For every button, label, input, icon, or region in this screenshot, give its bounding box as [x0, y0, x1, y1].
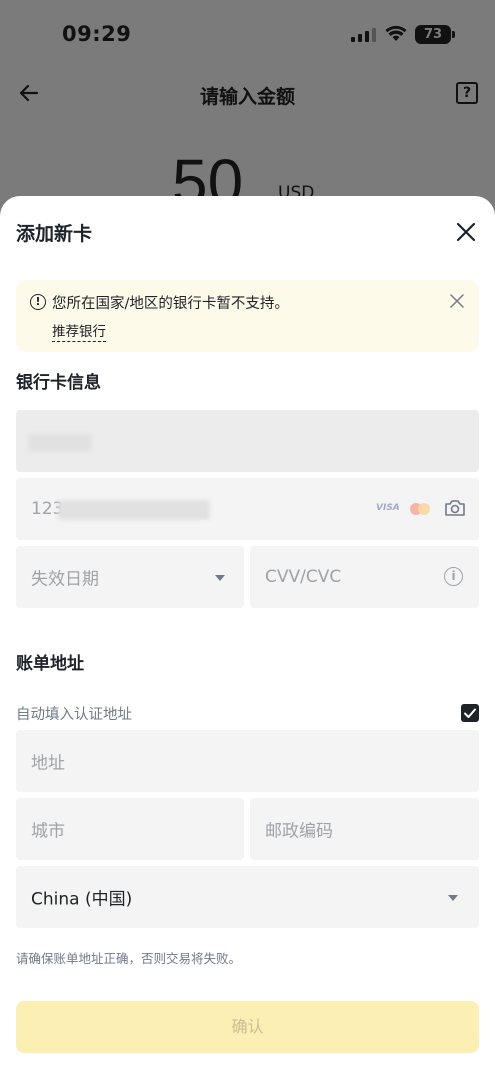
checkmark-icon — [464, 708, 476, 718]
cvv-placeholder: CVV/CVC — [265, 567, 342, 587]
chevron-down-icon — [215, 575, 225, 581]
mastercard-logo-icon — [410, 503, 430, 515]
signal-icon — [351, 28, 376, 42]
alert-circle-icon: ! — [30, 294, 46, 310]
status-bar: 09:29 73 — [0, 0, 495, 70]
autofill-label: 自动填入认证地址 — [16, 707, 132, 723]
autofill-checkbox[interactable] — [461, 704, 479, 722]
postal-placeholder: 邮政编码 — [265, 821, 333, 842]
card-number-field[interactable]: 123 VISA — [16, 478, 479, 540]
redacted-name — [28, 434, 92, 452]
address-placeholder: 地址 — [31, 753, 65, 774]
cvv-field[interactable]: CVV/CVC i — [250, 546, 479, 608]
card-info-heading: 银行卡信息 — [16, 373, 101, 393]
expiry-date-field[interactable]: 失效日期 — [16, 546, 244, 608]
notice-close-icon[interactable] — [450, 294, 464, 308]
help-icon[interactable]: ? — [456, 82, 478, 104]
cardholder-name-field[interactable] — [16, 410, 479, 472]
status-time: 09:29 — [62, 22, 132, 46]
billing-address-heading: 账单地址 — [16, 654, 84, 674]
background-header: 请输入金额 ? — [0, 70, 495, 120]
page-title: 请输入金额 — [199, 86, 295, 108]
billing-hint: 请确保账单地址正确，否则交易将失败。 — [16, 951, 242, 966]
city-placeholder: 城市 — [31, 821, 65, 842]
add-card-sheet: 添加新卡 ! 您所在国家/地区的银行卡暂不支持。 推荐银行 银行卡信息 123 … — [0, 196, 495, 1079]
postal-code-field[interactable]: 邮政编码 — [250, 798, 479, 860]
expiry-placeholder: 失效日期 — [31, 569, 99, 590]
country-value: China (中国) — [31, 889, 133, 910]
city-field[interactable]: 城市 — [16, 798, 244, 860]
visa-logo-icon: VISA — [376, 503, 400, 513]
unsupported-card-notice: ! 您所在国家/地区的银行卡暂不支持。 推荐银行 — [16, 280, 479, 352]
info-icon[interactable]: i — [444, 567, 463, 586]
confirm-button[interactable]: 确认 — [16, 1001, 479, 1053]
chevron-down-icon — [448, 895, 458, 901]
address-field[interactable]: 地址 — [16, 730, 479, 792]
battery-indicator: 73 — [415, 25, 455, 44]
redacted-card-number — [58, 500, 210, 520]
camera-icon[interactable] — [444, 499, 466, 517]
notice-text: 您所在国家/地区的银行卡暂不支持。 — [52, 296, 289, 312]
close-icon[interactable] — [454, 220, 478, 244]
country-select[interactable]: China (中国) — [16, 866, 479, 928]
recommended-banks-link[interactable]: 推荐银行 — [52, 320, 106, 342]
sheet-title: 添加新卡 — [16, 223, 93, 245]
wifi-icon — [385, 25, 407, 41]
